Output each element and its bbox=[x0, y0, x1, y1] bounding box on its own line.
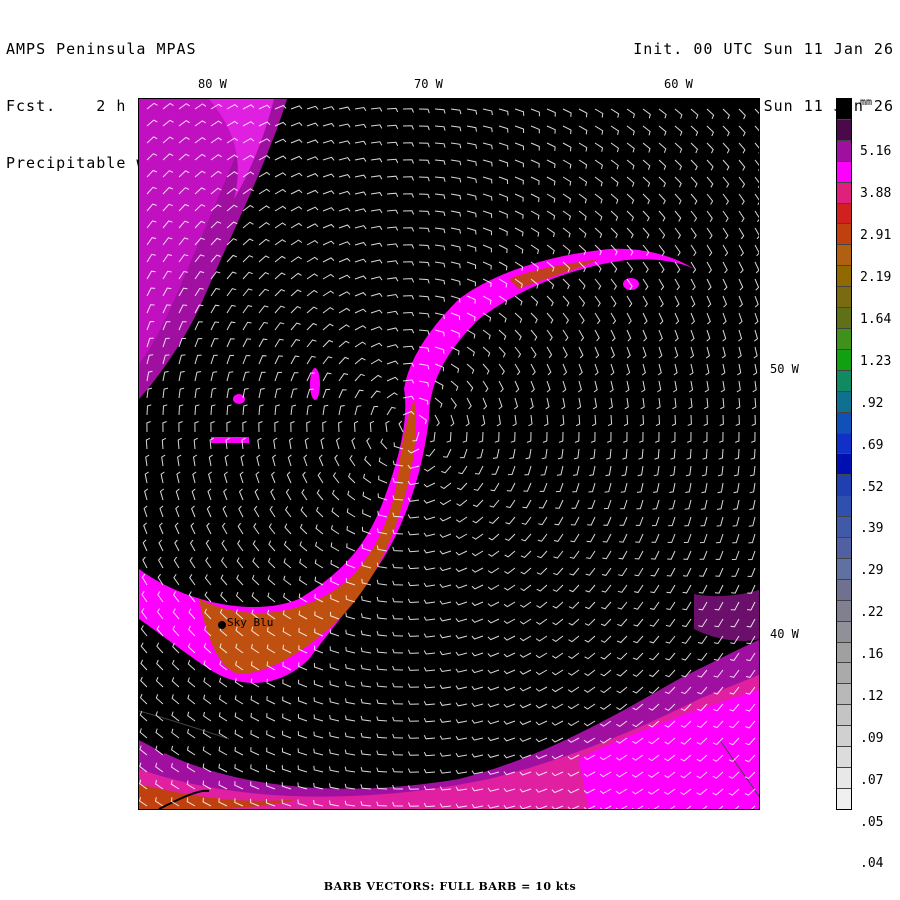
station-marker bbox=[218, 621, 226, 629]
colorbar-tick-label: .04 bbox=[860, 856, 884, 872]
colorbar-segment bbox=[837, 140, 851, 162]
colorbar-tick-label: .22 bbox=[860, 605, 884, 621]
colorbar-labels: mm 5.16 3.88 2.91 2.19 1.64 1.23 .92 .69 .52 .39.… bbox=[858, 97, 900, 871]
colorbar-segment bbox=[837, 370, 851, 392]
colorbar-segment bbox=[837, 433, 851, 455]
colorbar-segment bbox=[837, 538, 851, 559]
map-panel: Sky Blu bbox=[138, 98, 760, 810]
colorbar-tick-label: .09 bbox=[860, 730, 884, 746]
colorbar-segment bbox=[837, 328, 851, 350]
colorbar-segment bbox=[837, 99, 851, 120]
colorbar-segment bbox=[837, 308, 851, 329]
colorbar-segment bbox=[837, 579, 851, 601]
colorbar-tick-label: .39 bbox=[860, 521, 884, 537]
colorbar-segment bbox=[837, 684, 851, 706]
colorbar-segment bbox=[837, 726, 851, 748]
colorbar-segment bbox=[837, 161, 851, 183]
colorbar-segment bbox=[837, 475, 851, 497]
lat-label-40: 40 W bbox=[770, 627, 799, 641]
lon-label-70w: 70 W bbox=[414, 77, 443, 91]
colorbar-segment bbox=[837, 266, 851, 288]
lon-label-80w: 80 W bbox=[198, 77, 227, 91]
colorbar-tick-label: .12 bbox=[860, 688, 884, 704]
colorbar-segment bbox=[837, 788, 851, 809]
pwv-field bbox=[139, 99, 759, 809]
station-label: Sky Blu bbox=[227, 616, 274, 629]
colorbar-segment bbox=[837, 496, 851, 518]
colorbar-segment bbox=[837, 454, 851, 476]
colorbar-tick-label: 1.23 bbox=[860, 353, 892, 369]
colorbar-segment bbox=[837, 517, 851, 539]
colorbar-tick-label: 3.88 bbox=[860, 186, 892, 202]
colorbar-segment bbox=[837, 558, 851, 580]
map-title: AMPS Peninsula MPAS bbox=[6, 40, 197, 58]
east-moisture-patch bbox=[694, 589, 759, 641]
forecast-label: Fcst. bbox=[6, 97, 57, 115]
colorbar-segment bbox=[837, 621, 851, 643]
colorbar-segment bbox=[837, 203, 851, 225]
barb-legend: BARB VECTORS: FULL BARB = 10 kts bbox=[323, 880, 577, 893]
small-moisture-strip bbox=[211, 437, 249, 443]
forecast-value: 2 h bbox=[96, 97, 127, 115]
colorbar-tick-label: .05 bbox=[860, 814, 884, 830]
colorbar-segment bbox=[837, 224, 851, 246]
colorbar-tick-label: 2.19 bbox=[860, 270, 892, 286]
colorbar-tick-label: .29 bbox=[860, 563, 884, 579]
colorbar-segment bbox=[837, 119, 851, 141]
colorbar-segment bbox=[837, 747, 851, 768]
colorbar-segment bbox=[837, 287, 851, 309]
colorbar-segment bbox=[837, 391, 851, 413]
colorbar-segment bbox=[837, 412, 851, 434]
colorbar-tick-label: .07 bbox=[860, 772, 884, 788]
init-time: Init. 00 UTC Sun 11 Jan 26 bbox=[633, 40, 894, 58]
colorbar-tick-label: .92 bbox=[860, 395, 884, 411]
colorbar bbox=[836, 98, 852, 810]
colorbar-tick-label: .16 bbox=[860, 647, 884, 663]
colorbar-segment bbox=[837, 642, 851, 664]
colorbar-segment bbox=[837, 768, 851, 789]
colorbar-segment bbox=[837, 705, 851, 727]
colorbar-tick-label: .52 bbox=[860, 479, 884, 495]
colorbar-tick-label: 1.64 bbox=[860, 311, 892, 327]
colorbar-unit: mm bbox=[860, 97, 873, 108]
colorbar-segment bbox=[837, 663, 851, 685]
colorbar-segment bbox=[837, 245, 851, 267]
lon-label-60w: 60 W bbox=[664, 77, 693, 91]
colorbar-segment bbox=[837, 600, 851, 622]
colorbar-tick-label: 5.16 bbox=[860, 144, 892, 160]
colorbar-segment bbox=[837, 182, 851, 204]
colorbar-tick-label: 2.91 bbox=[860, 228, 892, 244]
colorbar-segment bbox=[837, 349, 851, 371]
lat-label-50: 50 W bbox=[770, 362, 799, 376]
colorbar-tick-label: .69 bbox=[860, 437, 884, 453]
